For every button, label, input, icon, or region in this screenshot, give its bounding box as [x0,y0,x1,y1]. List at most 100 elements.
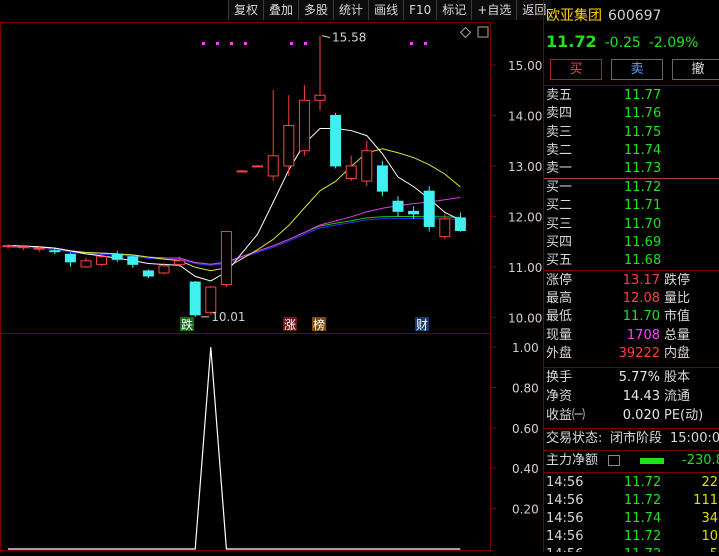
level-price: 11.72 [624,180,662,195]
bid-level-row[interactable]: 买四 11.69 [546,234,718,252]
candle-body [454,217,466,232]
stat-value: 5.77% [618,370,660,385]
chart-frame [0,22,491,551]
candle-body [189,281,201,316]
candle-body [205,286,217,313]
level-label: 买一 [546,180,573,195]
ask-level-row[interactable]: 卖三 11.75 [546,124,718,142]
kline-chart[interactable]: 15.00 14.00 13.00 12.00 11.00 10.00 15.58 10.01… [0,0,543,552]
stat-label: 现量 [546,327,573,343]
stat-row: 换手 5.77% 股本 [546,369,718,387]
divider [544,85,719,86]
level-price: 11.69 [624,234,662,250]
stat-row: 最低 11.70 市值 [546,308,718,326]
candle-body [392,200,404,212]
capital-flow-row: 主力净额 -230.8 [546,452,719,470]
ask-level-row[interactable]: 卖一 11.73 [546,160,718,178]
level-label: 买五 [546,253,573,269]
stat-value: 13.17 [622,273,660,288]
candle-body [423,190,435,227]
stat-label: 净资 [546,389,573,404]
level-label: 卖一 [546,161,573,177]
signal-dot [290,42,293,45]
last-price: 11.72 [546,32,597,51]
y-tick-label: 0.20 [512,503,539,517]
level-label: 卖四 [546,106,573,122]
window-icon [477,26,489,38]
stat-label-2: 流通 [664,389,691,404]
candle-body [314,94,326,101]
bid-level-row[interactable]: 买一 11.72 [546,179,718,197]
high-label: 15.58 [332,31,366,45]
trade-buttons: 买 卖 撤 [550,59,719,80]
level-price: 11.76 [624,106,662,122]
divider [544,367,719,368]
tick-volume: 22 [701,475,718,490]
stat-value: 14.43 [622,389,660,404]
stat-label: 外盘 [546,345,573,361]
stat-label-2: 内盘 [664,345,691,361]
stat-label: 收益㈠ [546,408,586,423]
candle-body [283,125,295,167]
candle-body [236,170,248,173]
signal-dot [424,42,427,45]
stat-label-2: 总量 [664,327,691,343]
y-tick-label: 14.00 [508,109,542,123]
y-tick-label: 12.00 [508,210,542,224]
stat-label-2: 股本 [664,370,691,385]
candle-body [2,245,14,248]
bid-level-row[interactable]: 买二 11.71 [546,197,718,215]
ask-level-row[interactable]: 卖四 11.76 [546,105,718,123]
tick-volume: 5 [710,546,718,552]
candle-body [142,270,154,277]
sell-button[interactable]: 卖 [611,59,663,80]
stat-row: 现量 1708 总量 [546,327,718,345]
candle-body [439,218,451,238]
level-label: 买三 [546,216,573,232]
level-price: 11.75 [624,124,662,140]
tick-time: 14:56 [546,511,584,526]
ask-level-row[interactable]: 卖二 11.74 [546,142,718,160]
y-tick-label: 0.80 [512,381,539,395]
level-price: 11.70 [624,216,662,232]
candle-body [49,250,61,253]
stat-label-2: PE(动) [664,408,704,423]
stat-label: 最高 [546,291,573,307]
candle-body [127,256,139,265]
tick-price: 11.74 [624,511,662,526]
tick-price: 11.72 [624,493,662,508]
price-change: -0.25 [604,35,641,51]
tick-volume: 111 [693,493,718,508]
bid-level-row[interactable]: 买三 11.70 [546,216,718,234]
level-price: 11.73 [624,161,662,177]
candle-body [361,150,373,182]
stat-row: 收益㈠ 0.020 PE(动) [546,407,718,425]
capital-flow-value: -230.8 [682,453,719,468]
bid-level-row[interactable]: 买五 11.68 [546,252,718,270]
signal-dot [216,42,219,45]
ask-level-row[interactable]: 卖五 11.77 [546,87,718,105]
candle-body [345,165,357,180]
candle-body [330,114,342,167]
tick-price: 11.72 [624,546,661,552]
cancel-order-button[interactable]: 撤 [672,59,719,80]
candle-body [80,260,92,268]
stat-value: 39222 [618,345,660,361]
level-label: 卖五 [546,88,573,103]
tick-row: 14:56 11.72 22 [546,474,718,492]
candle-body [267,155,279,177]
trade-status-row: 交易状态: 闭市阶段 15:00:03 [546,430,719,448]
chart-svg[interactable]: 15.00 14.00 13.00 12.00 11.00 10.00 15.58 10.01… [0,0,543,552]
y-tick-label: 15.00 [508,59,542,73]
list-icon[interactable] [608,455,620,466]
divider [544,472,719,473]
buy-button[interactable]: 买 [550,59,602,80]
candle-body [408,210,420,215]
stat-label-2: 跌停 [664,273,691,288]
trade-status-time: 15:00:03 [670,431,719,446]
y-tick-label: 0.40 [512,462,539,476]
event-marker-label: 涨 [284,317,296,332]
level-label: 买四 [546,234,573,250]
tick-row: 14:56 11.72 10 [546,528,718,546]
candle-body [220,231,232,286]
